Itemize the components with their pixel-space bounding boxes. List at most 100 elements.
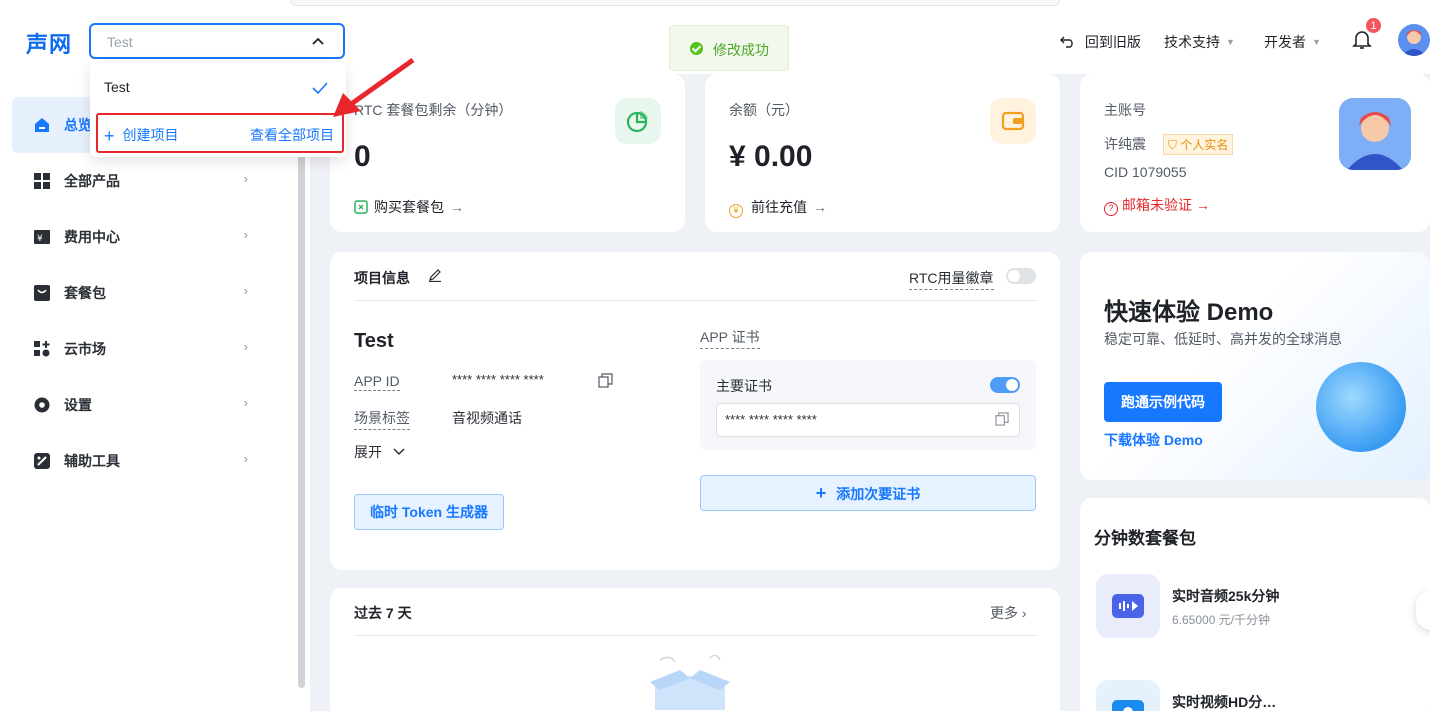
demo-title: 快速体验 Demo bbox=[1104, 299, 1274, 326]
edit-icon[interactable] bbox=[428, 268, 442, 285]
project-dropdown: Test + 创建项目 查看全部项目 bbox=[90, 63, 346, 157]
marketplace-icon bbox=[33, 340, 51, 358]
home-icon bbox=[33, 116, 51, 134]
back-to-old-link[interactable]: 回到旧版 bbox=[1060, 32, 1141, 52]
sidebar-item-label: 费用中心 bbox=[64, 229, 120, 245]
sidebar-item-products[interactable]: 全部产品 › bbox=[12, 153, 268, 209]
primary-cert-toggle[interactable] bbox=[990, 377, 1020, 393]
package-name[interactable]: 实时音频25k分钟 bbox=[1172, 586, 1279, 606]
arrow-right-icon: → bbox=[1196, 197, 1210, 213]
rtc-remaining-value: 0 bbox=[354, 140, 371, 173]
primary-cert-value: **** **** **** **** bbox=[725, 412, 817, 427]
developer-label: 开发者 bbox=[1264, 34, 1306, 50]
sidebar-item-label: 设置 bbox=[64, 397, 92, 413]
package-icon bbox=[354, 199, 374, 215]
project-select-value: Test bbox=[107, 34, 133, 50]
billing-icon: ¥ bbox=[33, 228, 51, 246]
plus-icon: + bbox=[104, 126, 115, 146]
primary-cert-panel: 主要证书 **** **** **** **** bbox=[700, 360, 1036, 450]
dropdown-actions-highlight: + 创建项目 查看全部项目 bbox=[96, 113, 344, 153]
empty-box-icon bbox=[630, 650, 750, 711]
create-project-label: 创建项目 bbox=[122, 127, 179, 143]
toast-text: 修改成功 bbox=[713, 42, 769, 58]
red-arrow-annotation bbox=[325, 55, 420, 128]
download-demo-link[interactable]: 下载体验 Demo bbox=[1104, 430, 1203, 450]
balance-value: ¥ 0.00 bbox=[729, 140, 813, 173]
project-info-card: 项目信息 RTC用量徽章 Test APP ID **** **** **** … bbox=[330, 252, 1060, 570]
tech-support-menu[interactable]: 技术支持 ▼ bbox=[1164, 32, 1235, 52]
account-avatar bbox=[1339, 98, 1411, 170]
account-cid: CID 1079055 bbox=[1104, 164, 1187, 180]
plus-icon: + bbox=[815, 483, 827, 503]
sidebar-item-label: 云市场 bbox=[64, 341, 106, 357]
email-unverified-label: 邮箱未验证 bbox=[1122, 197, 1192, 213]
temp-token-generator-button[interactable]: 临时 Token 生成器 bbox=[354, 494, 504, 530]
sidebar-item-settings[interactable]: 设置 › bbox=[12, 377, 268, 433]
recharge-label: 前往充值 bbox=[751, 199, 807, 215]
grid-icon bbox=[33, 172, 51, 190]
run-sample-code-button[interactable]: 跑通示例代码 bbox=[1104, 382, 1222, 422]
copy-icon[interactable] bbox=[598, 373, 613, 391]
copy-icon[interactable] bbox=[995, 412, 1009, 429]
caret-down-icon: ▼ bbox=[1312, 37, 1321, 47]
gear-icon bbox=[33, 396, 51, 414]
tools-icon bbox=[33, 452, 51, 470]
usage-badge-toggle[interactable] bbox=[1006, 268, 1036, 284]
primary-cert-label: 主要证书 bbox=[716, 378, 772, 394]
project-select[interactable]: Test bbox=[89, 23, 345, 59]
app-id-label: APP ID bbox=[354, 373, 400, 391]
buy-package-link[interactable]: 购买套餐包 → bbox=[354, 197, 464, 217]
sidebar-item-label: 全部产品 bbox=[64, 173, 120, 189]
create-project-button[interactable]: + 创建项目 bbox=[104, 125, 179, 147]
notification-badge: 1 bbox=[1365, 17, 1382, 34]
sidebar-item-billing[interactable]: ¥ 费用中心 › bbox=[12, 209, 268, 265]
chevron-right-icon: › bbox=[243, 339, 248, 354]
sidebar-item-packages[interactable]: 套餐包 › bbox=[12, 265, 268, 321]
package-name[interactable]: 实时视频HD分… bbox=[1172, 692, 1276, 711]
add-secondary-cert-button[interactable]: + 添加次要证书 bbox=[700, 475, 1036, 511]
recharge-link[interactable]: ¥ 前往充值 → bbox=[729, 197, 827, 218]
wallet-icon bbox=[990, 98, 1036, 144]
demo-subtitle: 稳定可靠、低延时、高并发的全球消息 bbox=[1104, 331, 1342, 347]
back-to-old-label: 回到旧版 bbox=[1084, 34, 1141, 50]
tech-support-label: 技术支持 bbox=[1164, 34, 1220, 50]
check-circle-icon bbox=[690, 42, 703, 55]
account-name: 许纯震 bbox=[1104, 136, 1146, 152]
project-name: Test bbox=[354, 330, 394, 352]
demo-orb-decoration bbox=[1316, 362, 1406, 452]
browser-top-strip bbox=[290, 0, 1060, 6]
divider bbox=[354, 635, 1036, 636]
realname-badge: ⛉ 个人实名 bbox=[1163, 134, 1234, 155]
more-link[interactable]: 更多 › bbox=[990, 603, 1027, 623]
question-circle-icon: ? bbox=[1104, 202, 1118, 216]
expand-toggle[interactable]: 展开 bbox=[354, 442, 406, 462]
chevron-right-icon: › bbox=[243, 395, 248, 410]
arrow-right-icon: → bbox=[450, 199, 464, 215]
chevron-right-icon: › bbox=[243, 283, 248, 298]
agora-logo[interactable]: 声网 bbox=[26, 27, 72, 59]
sidebar-item-tools[interactable]: 辅助工具 › bbox=[12, 433, 268, 489]
arrow-right-icon: → bbox=[813, 199, 827, 215]
sidebar-item-marketplace[interactable]: 云市场 › bbox=[12, 321, 268, 377]
email-unverified-link[interactable]: ? 邮箱未验证 → bbox=[1104, 195, 1210, 216]
chevron-right-icon: › bbox=[243, 227, 248, 242]
developer-menu[interactable]: 开发者 ▼ bbox=[1264, 32, 1321, 52]
user-avatar[interactable] bbox=[1398, 24, 1430, 56]
primary-cert-field[interactable]: **** **** **** **** bbox=[716, 403, 1020, 437]
svg-text:¥: ¥ bbox=[37, 234, 43, 244]
scene-tag-value: 音视频通话 bbox=[452, 410, 522, 426]
quick-demo-card: 快速体验 Demo 稳定可靠、低延时、高并发的全球消息 跑通示例代码 下载体验 … bbox=[1080, 252, 1430, 480]
more-label: 更多 bbox=[990, 605, 1018, 621]
shield-icon: ⛉ bbox=[1168, 138, 1178, 152]
sidebar-item-label: 总览 bbox=[64, 117, 92, 133]
package-price: 6.65000 元/千分钟 bbox=[1172, 613, 1271, 627]
rtc-usage-badge-label: RTC用量徽章 bbox=[909, 268, 994, 290]
chevron-right-icon: › bbox=[243, 451, 248, 466]
scroll-right-button[interactable] bbox=[1416, 590, 1430, 630]
packages-title: 分钟数套餐包 bbox=[1094, 529, 1196, 548]
chevron-right-icon: › bbox=[1021, 605, 1027, 621]
minute-packages-card: 分钟数套餐包 实时音频25k分钟 6.65000 元/千分钟 实时视频HD分… bbox=[1080, 498, 1430, 711]
sidebar-scrollbar[interactable] bbox=[298, 82, 305, 688]
view-all-projects-link[interactable]: 查看全部项目 bbox=[250, 125, 334, 145]
project-option-test[interactable]: Test bbox=[104, 79, 130, 95]
